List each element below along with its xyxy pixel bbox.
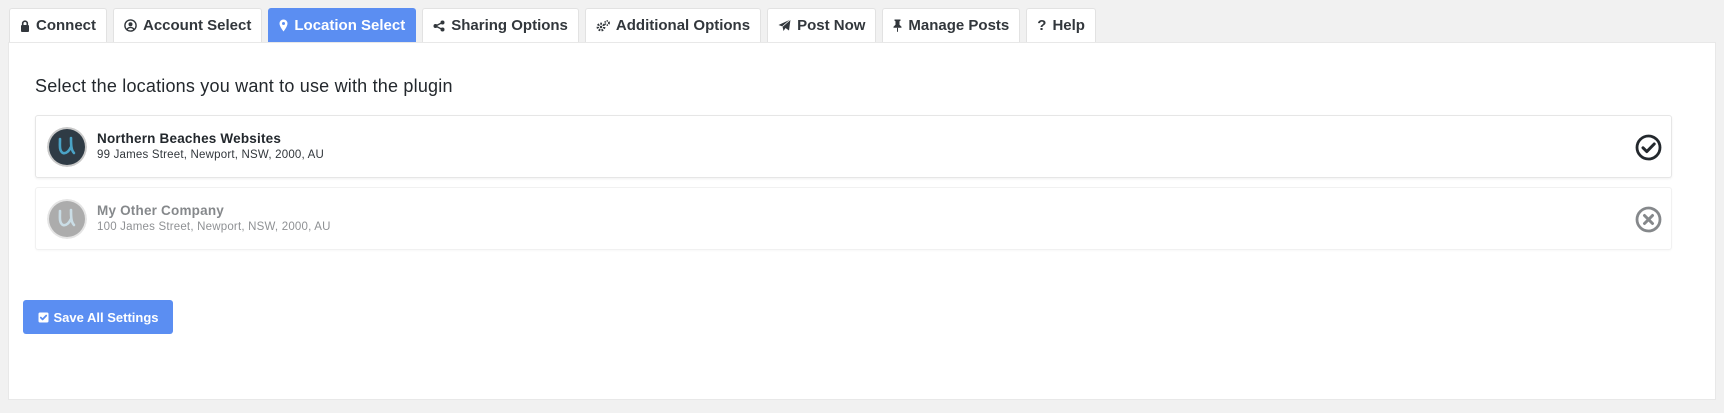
tab-label: Connect (36, 17, 96, 34)
tab-bar: Connect Account Select Location Select S… (9, 8, 1096, 42)
page-heading: Select the locations you want to use wit… (35, 76, 453, 96)
avatar (47, 199, 87, 239)
check-square-icon (38, 312, 49, 323)
question-icon: ? (1037, 17, 1047, 34)
location-item[interactable]: Northern Beaches Websites 99 James Stree… (35, 115, 1672, 178)
tab-label: Sharing Options (451, 17, 568, 34)
share-icon (433, 20, 445, 32)
location-name: Northern Beaches Websites (97, 131, 282, 146)
save-button-label: Save All Settings (53, 309, 159, 325)
tab-label: Location Select (294, 17, 406, 34)
tab-label: Account Select (143, 17, 252, 34)
check-circle-icon[interactable] (1635, 134, 1662, 161)
tab-manage-posts[interactable]: Manage Posts (882, 8, 1021, 42)
tab-location-select[interactable]: Location Select (268, 8, 417, 42)
gears-icon (596, 19, 610, 32)
tab-sharing-options[interactable]: Sharing Options (422, 8, 579, 42)
paper-plane-icon (778, 19, 791, 32)
tab-label: Help (1052, 17, 1085, 34)
tab-label: Post Now (797, 17, 866, 34)
tab-label: Manage Posts (908, 17, 1010, 34)
tab-help[interactable]: ? Help (1026, 8, 1096, 42)
tab-connect[interactable]: Connect (9, 8, 107, 42)
location-item[interactable]: My Other Company 100 James Street, Newpo… (35, 187, 1672, 250)
thumbtack-icon (893, 19, 902, 32)
tab-additional-options[interactable]: Additional Options (584, 8, 762, 42)
avatar (47, 127, 87, 167)
tab-label: Additional Options (615, 17, 751, 34)
map-pin-icon (279, 19, 288, 32)
user-circle-icon (124, 19, 137, 32)
tab-post-now[interactable]: Post Now (767, 8, 877, 42)
tab-account-select[interactable]: Account Select (113, 8, 263, 42)
lock-icon (20, 19, 30, 32)
save-all-settings-button[interactable]: Save All Settings (23, 300, 173, 334)
times-circle-icon[interactable] (1635, 206, 1662, 233)
location-name: My Other Company (97, 203, 224, 218)
location-address: 100 James Street, Newport, NSW, 2000, AU (97, 221, 331, 233)
location-address: 99 James Street, Newport, NSW, 2000, AU (97, 149, 325, 161)
